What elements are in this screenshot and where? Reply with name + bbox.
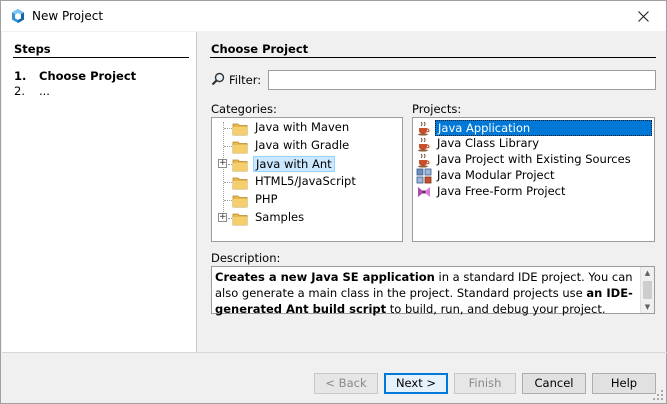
project-item-java-class-library[interactable]: Java Class Library (435, 136, 541, 152)
java-freeform-project-icon (418, 187, 430, 197)
back-button[interactable]: < Back (314, 373, 378, 394)
categories-label: Categories: (211, 102, 277, 116)
folder-icon (232, 123, 248, 136)
title-bar[interactable]: New Project (1, 1, 666, 31)
project-item-java-application[interactable]: Java Application (435, 120, 652, 136)
page-title: Choose Project (211, 42, 309, 56)
scroll-down-icon[interactable]: ▼ (641, 301, 654, 313)
steps-divider (13, 57, 189, 58)
project-item-java-existing-sources[interactable]: Java Project with Existing Sources (435, 152, 633, 168)
finish-button[interactable]: Finish (454, 373, 516, 394)
java-modular-project-icon (416, 168, 432, 184)
category-item-html5-javascript[interactable]: HTML5/JavaScript (253, 174, 358, 190)
steps-panel: Steps 1. Choose Project 2.... (2, 32, 197, 352)
step-item-next: 2.... (14, 84, 50, 98)
category-item-php[interactable]: PHP (253, 192, 280, 208)
description-text: Creates a new Java SE application in a s… (215, 270, 633, 316)
projects-label: Projects: (412, 102, 462, 116)
projects-list[interactable]: Java Application Java Class Library Java… (412, 117, 655, 242)
scroll-up-icon[interactable]: ▲ (641, 267, 654, 279)
project-item-java-freeform[interactable]: Java Free-Form Project (435, 184, 567, 200)
category-item-samples[interactable]: Samples (253, 210, 306, 226)
new-project-dialog: New Project Steps 1. Choose Project 2....… (0, 0, 667, 404)
close-button[interactable] (620, 1, 666, 31)
expand-plus-icon[interactable]: + (218, 213, 227, 222)
tree-connector (224, 146, 232, 147)
step-item-choose-project: 1. Choose Project (14, 69, 137, 83)
netbeans-app-icon (12, 9, 24, 23)
categories-tree[interactable]: Java with Maven Java with Gradle + Java … (211, 117, 403, 242)
folder-icon (232, 159, 248, 172)
category-item-java-gradle[interactable]: Java with Gradle (253, 138, 351, 154)
next-button[interactable]: Next > (384, 373, 448, 394)
scrollbar-thumb[interactable] (643, 281, 652, 299)
tree-connector (224, 128, 232, 129)
java-coffee-cup-icon (418, 137, 430, 152)
page-title-divider (210, 57, 656, 58)
search-icon (211, 72, 225, 86)
category-item-java-maven[interactable]: Java with Maven (253, 120, 351, 136)
folder-icon (232, 213, 248, 226)
help-button[interactable]: Help (592, 373, 656, 394)
folder-icon (232, 195, 248, 208)
tree-connector (223, 122, 224, 218)
java-coffee-cup-icon (418, 121, 430, 136)
category-item-java-ant[interactable]: Java with Ant (253, 156, 335, 172)
button-bar-divider (2, 352, 667, 353)
tree-connector (224, 182, 232, 183)
description-label: Description: (211, 251, 281, 265)
tree-connector (224, 200, 232, 201)
project-item-java-modular[interactable]: Java Modular Project (435, 168, 556, 184)
description-scrollbar[interactable]: ▲ ▼ (640, 267, 654, 313)
close-icon (637, 10, 649, 22)
java-coffee-cup-icon (418, 153, 430, 168)
window-title: New Project (32, 9, 104, 23)
folder-icon (232, 141, 248, 154)
filter-label: Filter: (229, 73, 262, 87)
folder-icon (232, 177, 248, 190)
resize-grip-icon[interactable] (653, 390, 663, 400)
filter-input[interactable] (268, 70, 656, 90)
expand-plus-icon[interactable]: + (218, 159, 227, 168)
description-panel: Creates a new Java SE application in a s… (211, 266, 655, 316)
cancel-button[interactable]: Cancel (522, 373, 586, 394)
steps-title: Steps (14, 42, 51, 56)
